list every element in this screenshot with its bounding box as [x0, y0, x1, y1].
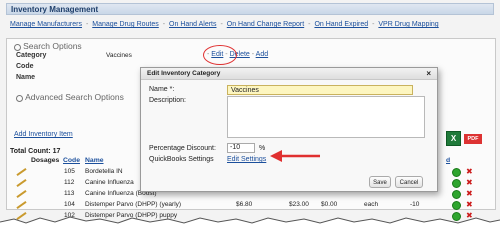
- status-icon: [452, 168, 461, 177]
- close-icon[interactable]: ×: [426, 69, 431, 78]
- add-category-link[interactable]: Add: [256, 51, 268, 58]
- row-name: Distemper Parvo (DHPP) (yearly): [85, 201, 182, 208]
- status-icon: [452, 190, 461, 199]
- dialog-quickbooks-label: QuickBooks Settings: [149, 156, 214, 163]
- torn-edge: [0, 216, 500, 240]
- col-last[interactable]: d: [446, 157, 450, 164]
- table-row[interactable]: 104 Distemper Parvo (DHPP) (yearly) $6.8…: [6, 200, 496, 210]
- nav-separator: -: [220, 21, 223, 28]
- search-options-header[interactable]: Search Options: [14, 41, 82, 51]
- excel-icon[interactable]: X: [446, 131, 461, 146]
- code-label: Code: [16, 63, 34, 70]
- dialog-description-label: Description:: [149, 97, 186, 104]
- dialog-titlebar: Edit Inventory Category: [141, 68, 437, 80]
- row-code: 113: [64, 190, 75, 197]
- delete-icon[interactable]: ✖: [466, 178, 473, 187]
- nav-on-hand-alerts[interactable]: On Hand Alerts: [169, 21, 216, 28]
- col-name[interactable]: Name: [85, 157, 104, 164]
- highlight-circle: [203, 45, 237, 65]
- magnify-icon: [16, 94, 23, 102]
- row-fee: $0.00: [321, 201, 338, 208]
- pencil-icon[interactable]: [16, 179, 27, 187]
- pencil-icon[interactable]: [16, 201, 27, 209]
- dialog-percent-sign: %: [259, 145, 266, 152]
- nav-on-hand-expired[interactable]: On Hand Expired: [314, 21, 368, 28]
- search-options-title: Search Options: [23, 41, 82, 51]
- row-name: Canine Influenza: [85, 179, 134, 186]
- nav-separator: -: [162, 21, 166, 28]
- row-name: Bordetella IN: [85, 168, 123, 175]
- page-header: Inventory Management: [6, 3, 494, 15]
- dialog-name-input[interactable]: Vaccines: [227, 85, 413, 95]
- dialog-name-label: Name *:: [149, 86, 175, 93]
- edit-category-dialog: Edit Inventory Category × Name *: Vaccin…: [140, 67, 438, 192]
- row-code: 104: [64, 201, 75, 208]
- dialog-title: Edit Inventory Category: [147, 70, 221, 77]
- row-unit: each: [364, 201, 379, 208]
- nav-separator: -: [372, 21, 375, 28]
- dialog-description-textarea[interactable]: [227, 96, 425, 138]
- row-code: 105: [64, 168, 75, 175]
- row-cost: $6.80: [236, 201, 253, 208]
- nav-separator: -: [85, 21, 89, 28]
- row-qty: -10: [410, 201, 420, 208]
- nav-vpr-drug-mapping[interactable]: VPR Drug Mapping: [378, 21, 438, 28]
- dialog-discount-label: Percentage Discount:: [149, 145, 216, 152]
- page-title: Inventory Management: [11, 5, 99, 14]
- add-inventory-item-link[interactable]: Add Inventory Item: [14, 131, 73, 138]
- delete-icon[interactable]: ✖: [466, 189, 473, 198]
- row-price: $23.00: [289, 201, 309, 208]
- category-label: Category: [16, 52, 47, 59]
- pencil-icon[interactable]: [16, 168, 27, 176]
- col-dosages[interactable]: Dosages: [31, 157, 59, 164]
- total-count: Total Count: 17: [10, 148, 61, 155]
- magnify-icon: [14, 43, 21, 51]
- status-icon: [452, 201, 461, 210]
- nav-on-hand-change-report[interactable]: On Hand Change Report: [227, 21, 304, 28]
- category-select[interactable]: Vaccines: [103, 52, 201, 60]
- top-nav: Manage Manufacturers - Manage Drug Route…: [10, 21, 439, 28]
- delete-icon[interactable]: ✖: [466, 167, 473, 176]
- pencil-icon[interactable]: [16, 190, 27, 198]
- name-label: Name: [16, 74, 36, 81]
- nav-manage-drug-routes[interactable]: Manage Drug Routes: [92, 21, 159, 28]
- edit-settings-link[interactable]: Edit Settings: [227, 156, 266, 163]
- red-arrow-icon: [270, 150, 320, 162]
- advanced-search-header[interactable]: Advanced Search Options: [16, 92, 124, 102]
- nav-manage-manufacturers[interactable]: Manage Manufacturers: [10, 21, 82, 28]
- status-icon: [452, 179, 461, 188]
- col-code[interactable]: Code: [63, 157, 80, 164]
- dialog-discount-input[interactable]: -10: [227, 143, 255, 153]
- nav-separator: -: [308, 21, 311, 28]
- row-code: 112: [64, 179, 75, 186]
- advanced-search-title: Advanced Search Options: [25, 92, 124, 102]
- pdf-icon[interactable]: PDF: [464, 134, 482, 144]
- cancel-button[interactable]: Cancel: [395, 176, 423, 188]
- save-button[interactable]: Save: [369, 176, 391, 188]
- delete-icon[interactable]: ✖: [466, 200, 473, 209]
